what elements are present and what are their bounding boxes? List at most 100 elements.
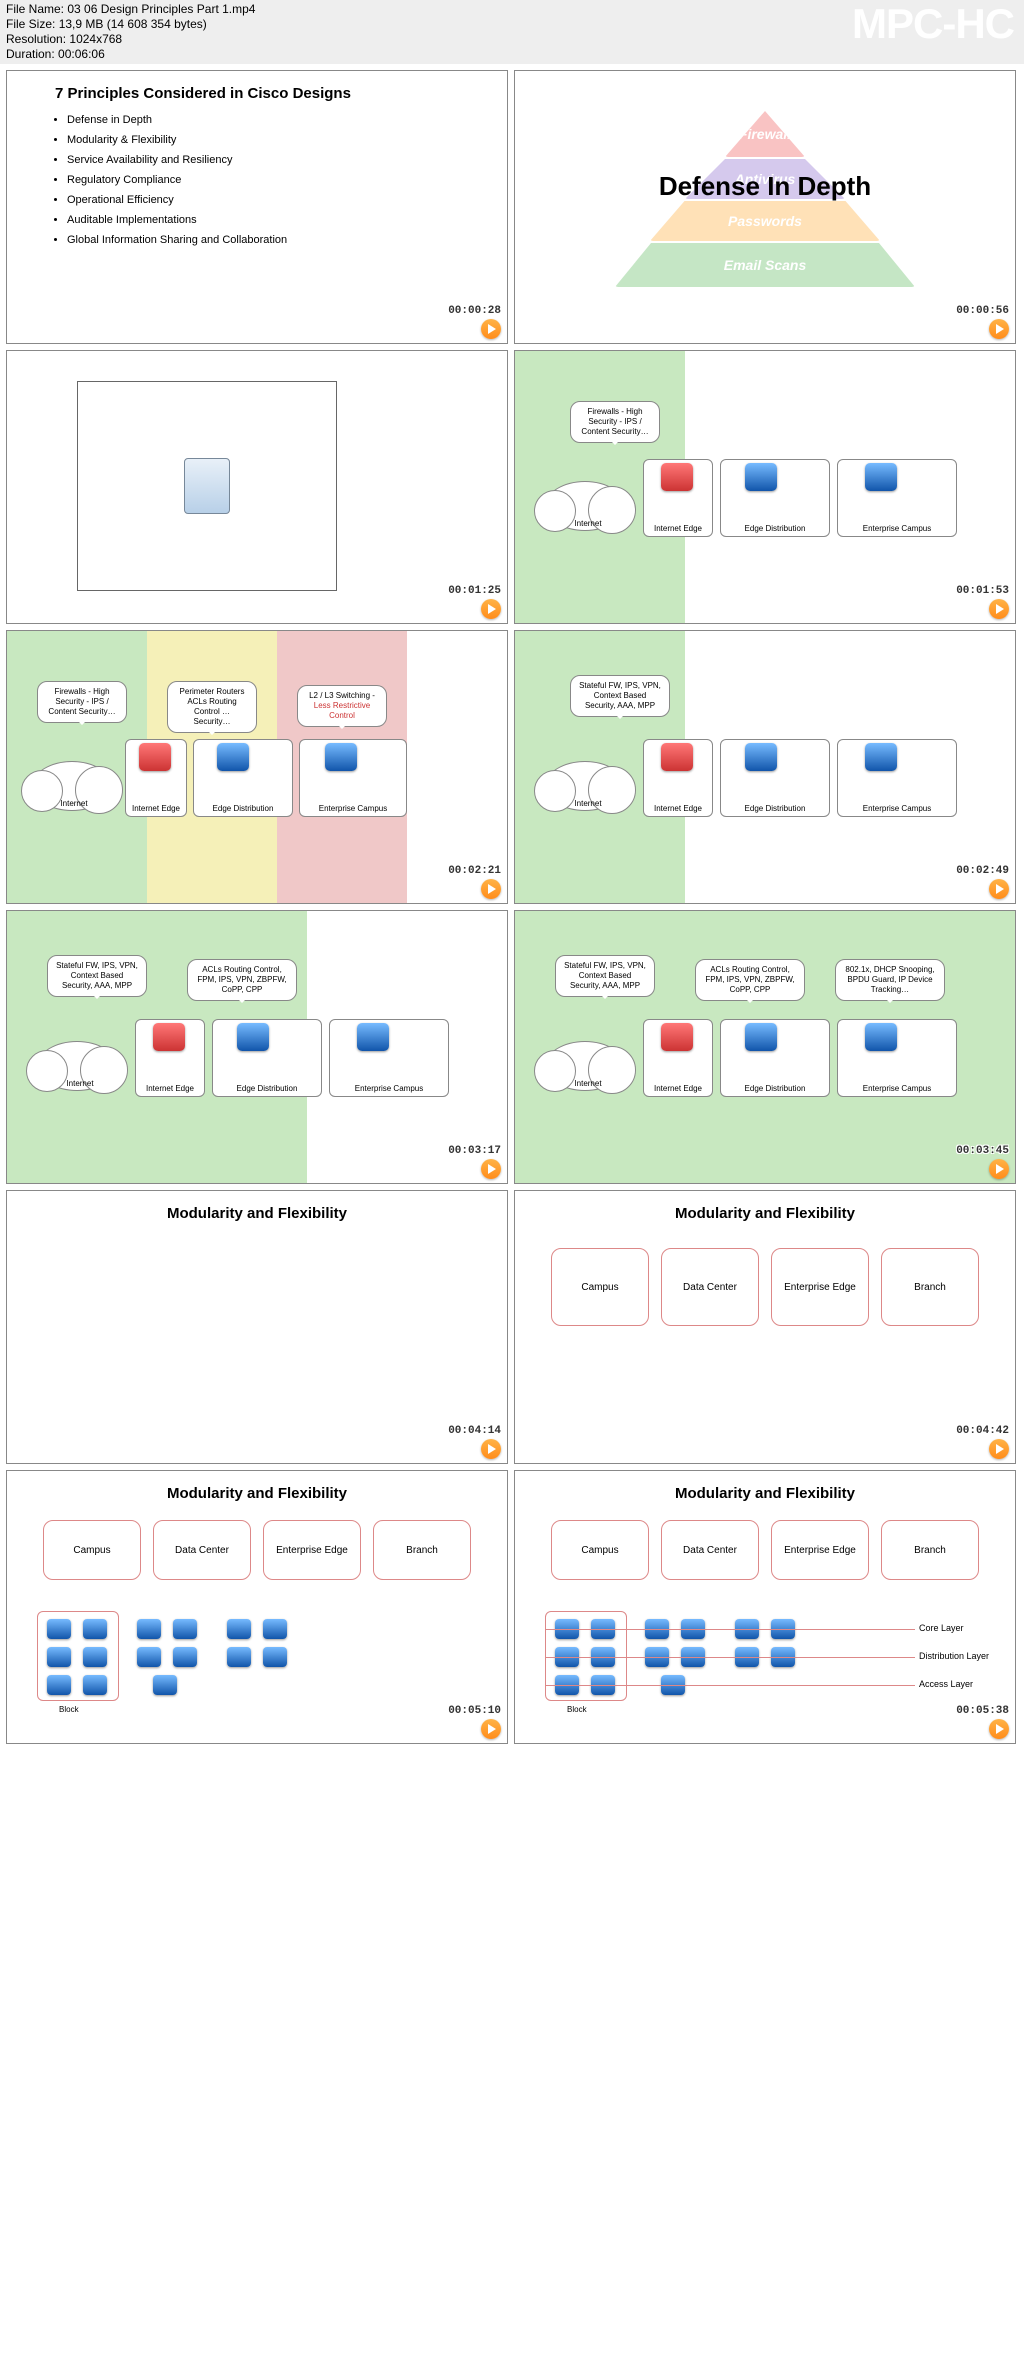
thumbnail[interactable]: Internet Internet Edge Edge Distribution… — [514, 910, 1016, 1184]
thumbnail[interactable]: 7 Principles Considered in Cisco Designs… — [6, 70, 508, 344]
thumbnail-grid: 7 Principles Considered in Cisco Designs… — [0, 64, 1024, 1750]
speech-bubble: Firewalls - High Security - IPS / Conten… — [570, 401, 660, 443]
layer-line — [545, 1629, 915, 1630]
timestamp: 00:03:45 — [956, 1145, 1009, 1157]
block-label: Block — [59, 1705, 79, 1714]
module-box: Branch — [373, 1520, 471, 1580]
net-label: Internet Edge — [132, 804, 180, 813]
list-item: Global Information Sharing and Collabora… — [67, 230, 507, 250]
switch-icon — [83, 1619, 107, 1639]
module-row: Campus Data Center Enterprise Edge Branc… — [515, 1248, 1015, 1326]
module-box: Enterprise Edge — [263, 1520, 361, 1580]
thumbnail[interactable]: Internet Internet Edge Edge Distribution… — [6, 630, 508, 904]
thumbnail[interactable]: Modularity and Flexibility Campus Data C… — [514, 1470, 1016, 1744]
module-row: Campus Data Center Enterprise Edge Branc… — [7, 1520, 507, 1580]
play-icon[interactable] — [989, 1719, 1009, 1739]
timestamp: 00:04:14 — [448, 1425, 501, 1437]
switch-icon — [227, 1619, 251, 1639]
net-label: Enterprise Campus — [355, 1084, 423, 1093]
net-label: Edge Distribution — [745, 1084, 806, 1093]
play-icon[interactable] — [481, 319, 501, 339]
net-label: Enterprise Campus — [319, 804, 387, 813]
switch-icon — [865, 1023, 897, 1051]
net-label: Edge Distribution — [213, 804, 274, 813]
layer-line — [545, 1685, 915, 1686]
switch-icon — [137, 1647, 161, 1667]
switch-icon — [153, 1675, 177, 1695]
duration-value: 00:06:06 — [58, 47, 105, 61]
switch-icon — [357, 1023, 389, 1051]
switch-icon — [263, 1647, 287, 1667]
play-icon[interactable] — [989, 599, 1009, 619]
timestamp: 00:05:38 — [956, 1705, 1009, 1717]
pyramid-layer: Firewall — [725, 111, 805, 157]
timestamp: 00:00:56 — [956, 305, 1009, 317]
play-icon[interactable] — [481, 1439, 501, 1459]
thumbnail[interactable]: Internet Internet Edge Edge Distribution… — [514, 350, 1016, 624]
switch-icon — [865, 743, 897, 771]
router-icon — [237, 1023, 269, 1051]
net-label: Internet — [55, 1079, 105, 1088]
duration-label: Duration: — [6, 47, 55, 61]
net-label: Internet Edge — [146, 1084, 194, 1093]
timestamp: 00:05:10 — [448, 1705, 501, 1717]
pyramid-layer: Email Scans — [615, 243, 915, 287]
switch-icon — [865, 463, 897, 491]
module-box: Enterprise Edge — [771, 1520, 869, 1580]
timestamp: 00:01:25 — [448, 585, 501, 597]
bubble-text: L2 / L3 Switching - — [309, 691, 375, 700]
net-label: Edge Distribution — [237, 1084, 298, 1093]
switch-icon — [47, 1619, 71, 1639]
net-box: Enterprise Campus — [837, 739, 957, 817]
thumbnail[interactable]: Modularity and Flexibility Campus Data C… — [6, 1470, 508, 1744]
module-row: Campus Data Center Enterprise Edge Branc… — [515, 1520, 1015, 1580]
switch-icon — [227, 1647, 251, 1667]
switch-icon — [263, 1619, 287, 1639]
slide-title: Modularity and Flexibility — [515, 1191, 1015, 1230]
play-icon[interactable] — [989, 319, 1009, 339]
file-info-header: File Name: 03 06 Design Principles Part … — [0, 0, 1024, 64]
switch-icon — [137, 1619, 161, 1639]
net-label: Internet — [563, 799, 613, 808]
thumbnail[interactable]: 00:01:25 — [6, 350, 508, 624]
speech-bubble: Stateful FW, IPS, VPN, Context Based Sec… — [555, 955, 655, 997]
speech-bubble: Stateful FW, IPS, VPN, Context Based Sec… — [47, 955, 147, 997]
diagram-box — [77, 381, 337, 591]
list-item: Modularity & Flexibility — [67, 130, 507, 150]
play-icon[interactable] — [989, 1439, 1009, 1459]
layer-label: Access Layer — [919, 1679, 973, 1689]
net-label: Internet — [49, 799, 99, 808]
net-label: Enterprise Campus — [863, 804, 931, 813]
thumbnail[interactable]: Internet Internet Edge Edge Distribution… — [514, 630, 1016, 904]
module-box: Campus — [43, 1520, 141, 1580]
module-box: Data Center — [153, 1520, 251, 1580]
slide-title: Defense In Depth — [515, 171, 1015, 202]
timestamp: 00:04:42 — [956, 1425, 1009, 1437]
speech-bubble: Firewalls - High Security - IPS / Conten… — [37, 681, 127, 723]
play-icon[interactable] — [481, 1159, 501, 1179]
play-icon[interactable] — [481, 879, 501, 899]
switch-icon — [47, 1647, 71, 1667]
router-icon — [745, 1023, 777, 1051]
play-icon[interactable] — [481, 1719, 501, 1739]
play-icon[interactable] — [989, 879, 1009, 899]
file-name-label: File Name: — [6, 2, 64, 16]
file-size-value: 13,9 MB (14 608 354 bytes) — [59, 17, 207, 31]
thumbnail[interactable]: Modularity and Flexibility Campus Data C… — [514, 1190, 1016, 1464]
thumbnail[interactable]: Internet Internet Edge Edge Distribution… — [6, 910, 508, 1184]
play-icon[interactable] — [481, 599, 501, 619]
layer-line — [545, 1657, 915, 1658]
pyramid-diagram: Firewall Antivirus Passwords Email Scans — [615, 111, 915, 301]
list-item: Regulatory Compliance — [67, 170, 507, 190]
speech-bubble: ACLs Routing Control, FPM, IPS, VPN, ZBP… — [695, 959, 805, 1001]
switch-icon — [83, 1675, 107, 1695]
timestamp: 00:01:53 — [956, 585, 1009, 597]
thumbnail[interactable]: Firewall Antivirus Passwords Email Scans… — [514, 70, 1016, 344]
module-box: Data Center — [661, 1248, 759, 1326]
play-icon[interactable] — [989, 1159, 1009, 1179]
router-icon — [745, 463, 777, 491]
thumbnail[interactable]: Modularity and Flexibility 00:04:14 — [6, 1190, 508, 1464]
net-label: Internet Edge — [654, 804, 702, 813]
device-icon — [184, 458, 230, 514]
file-name-value: 03 06 Design Principles Part 1.mp4 — [67, 2, 255, 16]
